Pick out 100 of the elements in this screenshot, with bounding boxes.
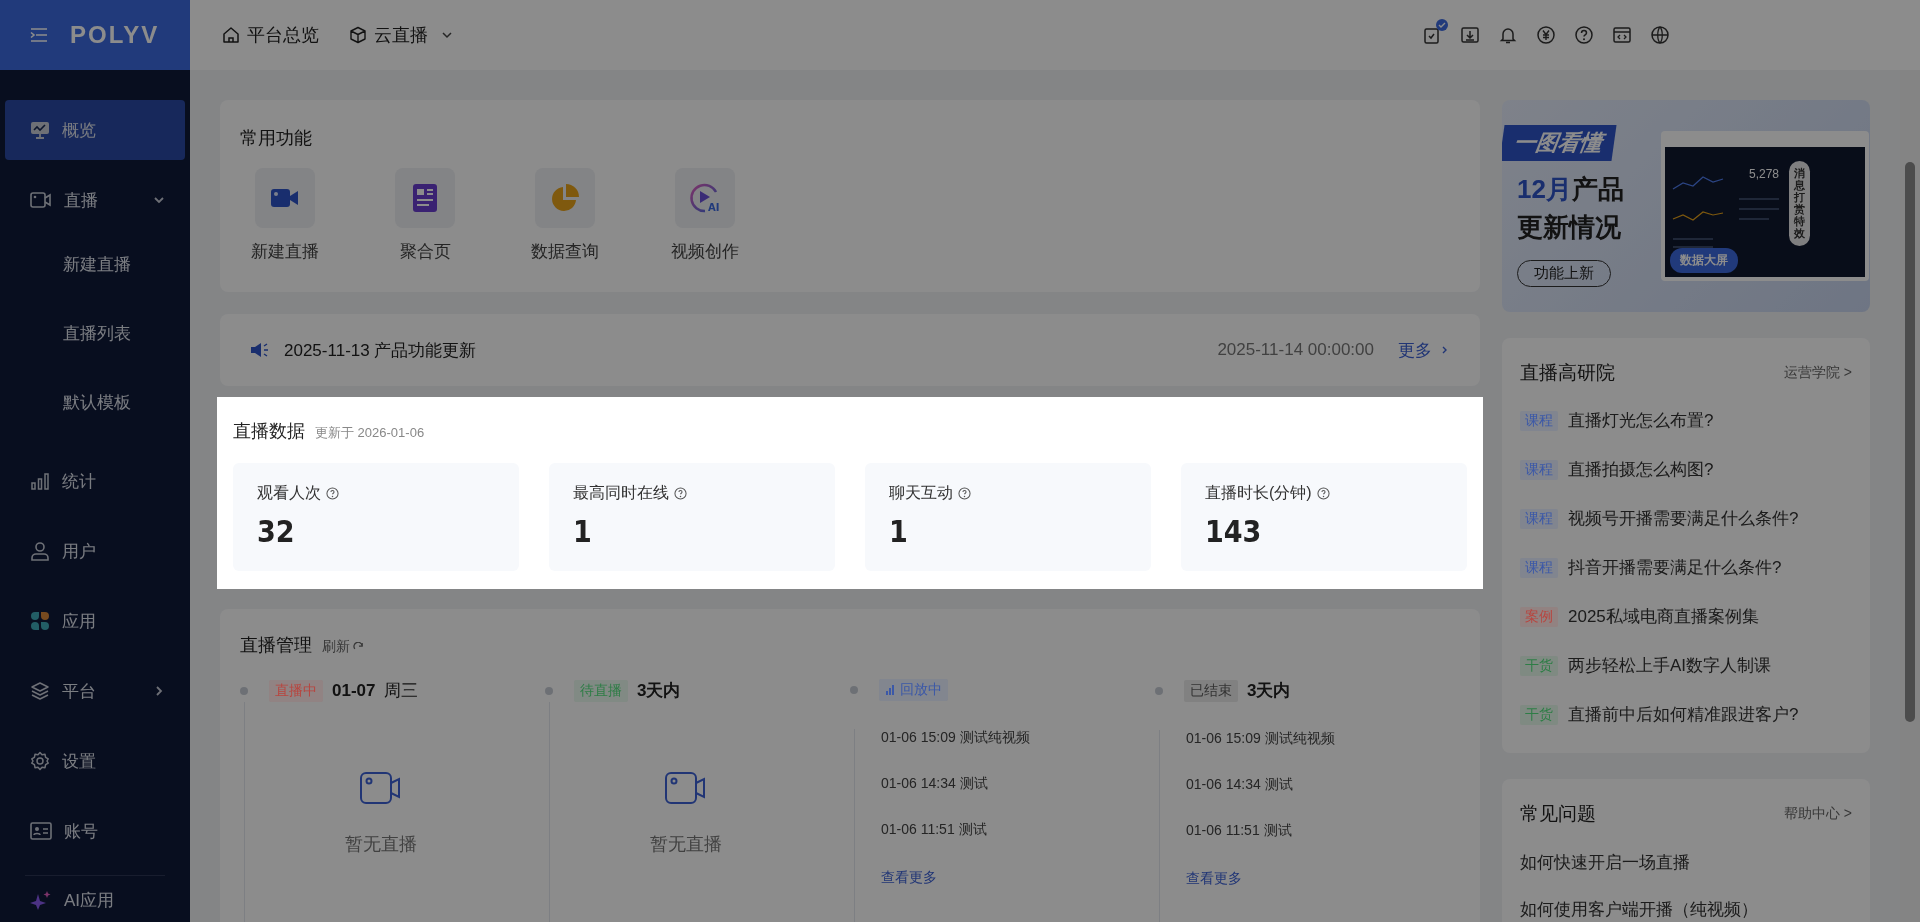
timeline-dot xyxy=(545,686,553,695)
broadcast-item[interactable]: 01-06 14:34 测试 xyxy=(1186,776,1460,794)
article-link[interactable]: 2025私域电商直播案例集 xyxy=(1568,605,1759,628)
timeline-dot xyxy=(850,686,858,694)
sidebar-item[interactable]: 平台 xyxy=(5,661,185,721)
stat-label: 观看人次 xyxy=(257,483,321,503)
bell-icon[interactable] xyxy=(1498,25,1518,45)
stat-label: 最高同时在线 xyxy=(573,483,669,503)
bar-chart-icon xyxy=(885,685,895,695)
bar-chart-icon xyxy=(30,471,50,491)
ribbon-label: 一图看懂 xyxy=(1502,125,1617,161)
section-title: 直播数据 xyxy=(233,420,305,443)
download-icon[interactable] xyxy=(1460,25,1480,45)
video-camera-icon xyxy=(664,770,708,806)
stat-value: 1 xyxy=(889,514,909,549)
updated-time: 更新于 2026-01-06 xyxy=(315,424,425,442)
help-icon[interactable] xyxy=(958,487,971,500)
section-title: 直播管理 xyxy=(240,634,312,657)
video-camera-icon xyxy=(359,770,403,806)
broadcast-item[interactable]: 01-06 11:51 测试 xyxy=(881,821,1155,839)
banner-subtitle: 更新情况 xyxy=(1516,211,1622,244)
empty-state-text: 暂无直播 xyxy=(650,833,722,856)
see-more-link[interactable]: 查看更多 xyxy=(881,869,937,887)
column-heading: 3天内 xyxy=(1247,680,1291,702)
category-tag: 干货 xyxy=(1520,655,1558,676)
help-icon[interactable] xyxy=(326,487,339,500)
apps-icon xyxy=(30,611,50,631)
stat-value: 32 xyxy=(257,514,296,549)
sidebar-item[interactable]: 统计 xyxy=(5,451,185,511)
section-title: 常见问题 xyxy=(1520,802,1596,826)
sparkle-icon xyxy=(30,890,52,910)
section-title: 直播高研院 xyxy=(1520,361,1615,385)
yen-icon[interactable] xyxy=(1536,25,1556,45)
broadcast-item[interactable]: 01-06 11:51 测试 xyxy=(1186,822,1460,840)
broadcast-item[interactable]: 01-06 15:09 测试纯视频 xyxy=(1186,730,1460,748)
code-window-icon[interactable] xyxy=(1612,25,1632,45)
screen-value: 5,278 xyxy=(1749,167,1780,181)
article-link[interactable]: 两步轻松上手AI数字人制课 xyxy=(1568,654,1772,677)
clipboard-check-icon[interactable] xyxy=(1422,25,1442,45)
article-link[interactable]: 直播拍摄怎么构图? xyxy=(1568,458,1714,481)
status-tag: 已结束 xyxy=(1184,679,1238,702)
sidebar-item[interactable]: 用户 xyxy=(5,521,185,581)
sidebar-subitem[interactable]: 新建直播 xyxy=(5,230,185,299)
id-card-icon xyxy=(30,822,52,840)
category-tag: 课程 xyxy=(1520,410,1558,431)
article-link[interactable]: 直播灯光怎么布置? xyxy=(1568,409,1714,432)
logo[interactable]: POLYV xyxy=(70,21,160,49)
more-link[interactable]: 帮助中心 > xyxy=(1783,805,1852,823)
category-tag: 课程 xyxy=(1520,459,1558,480)
article-link[interactable]: 视频号开播需要满足什么条件? xyxy=(1568,507,1799,530)
status-tag: 直播中 xyxy=(269,679,323,702)
stat-value: 143 xyxy=(1205,514,1263,549)
article-link[interactable]: 直播前中后如何精准跟进客户? xyxy=(1568,703,1799,726)
monitor-icon xyxy=(30,120,50,140)
video-camera-icon xyxy=(270,186,300,210)
empty-state-text: 暂无直播 xyxy=(345,833,417,856)
promo-banner[interactable]: 一图看懂 12月产品 更新情况 功能上新 5,278 消息打赏特效 数据大屏 xyxy=(1502,100,1870,312)
user-icon xyxy=(30,541,50,561)
pie-chart-icon xyxy=(550,183,580,213)
sidebar-item[interactable]: AI应用 xyxy=(5,882,185,918)
speaker-icon xyxy=(250,341,270,359)
section-title: 常用功能 xyxy=(240,127,313,150)
faq-link[interactable]: 如何使用客户端开播（纯视频） xyxy=(1520,898,1852,921)
refresh-link[interactable]: 刷新 xyxy=(322,638,364,656)
help-icon[interactable] xyxy=(1574,25,1594,45)
broadcast-item[interactable]: 01-06 14:34 测试 xyxy=(881,775,1155,793)
weekday-label: 周三 xyxy=(384,680,419,702)
sidebar-item[interactable]: 直播 xyxy=(5,170,185,230)
stat-label: 直播时长(分钟) xyxy=(1205,483,1312,503)
category-tag: 课程 xyxy=(1520,508,1558,529)
nav-link[interactable]: 平台总览 xyxy=(222,23,319,47)
category-tag: 课程 xyxy=(1520,557,1558,578)
document-icon xyxy=(412,183,438,213)
more-link[interactable]: 运营学院 > xyxy=(1783,364,1852,382)
video-camera-icon xyxy=(30,190,52,210)
see-more-link[interactable]: 查看更多 xyxy=(1186,870,1242,888)
article-link[interactable]: 抖音开播需要满足什么条件? xyxy=(1568,556,1782,579)
more-link[interactable]: 更多 xyxy=(1398,338,1450,362)
home-icon xyxy=(222,26,240,44)
sidebar-item[interactable]: 设置 xyxy=(5,731,185,791)
status-tag: 回放中 xyxy=(879,679,948,701)
help-icon[interactable] xyxy=(674,487,687,500)
sidebar-subitem[interactable]: 默认模板 xyxy=(5,368,185,437)
globe-icon[interactable] xyxy=(1650,25,1670,45)
sidebar-item[interactable]: 账号 xyxy=(5,801,185,861)
check-badge-icon xyxy=(1436,19,1448,31)
notice-title[interactable]: 2025-11-13 产品功能更新 xyxy=(284,338,1204,362)
stat-label: 聊天互动 xyxy=(889,483,953,503)
banner-headline: 12月产品 xyxy=(1516,173,1625,206)
broadcast-item[interactable]: 01-06 15:09 测试纯视频 xyxy=(881,729,1155,747)
sidebar-item[interactable]: 应用 xyxy=(5,591,185,651)
notice-date: 2025-11-14 00:00:00 xyxy=(1217,340,1374,360)
sidebar-subitem[interactable]: 直播列表 xyxy=(5,299,185,368)
nav-link[interactable]: 云直播 xyxy=(349,23,453,47)
faq-link[interactable]: 如何快速开启一场直播 xyxy=(1520,851,1852,874)
menu-icon[interactable] xyxy=(30,28,48,42)
sidebar-item[interactable]: 概览 xyxy=(5,100,185,160)
help-icon[interactable] xyxy=(1316,487,1330,500)
column-heading: 01-07 xyxy=(332,680,376,701)
column-heading: 3天内 xyxy=(637,680,681,702)
